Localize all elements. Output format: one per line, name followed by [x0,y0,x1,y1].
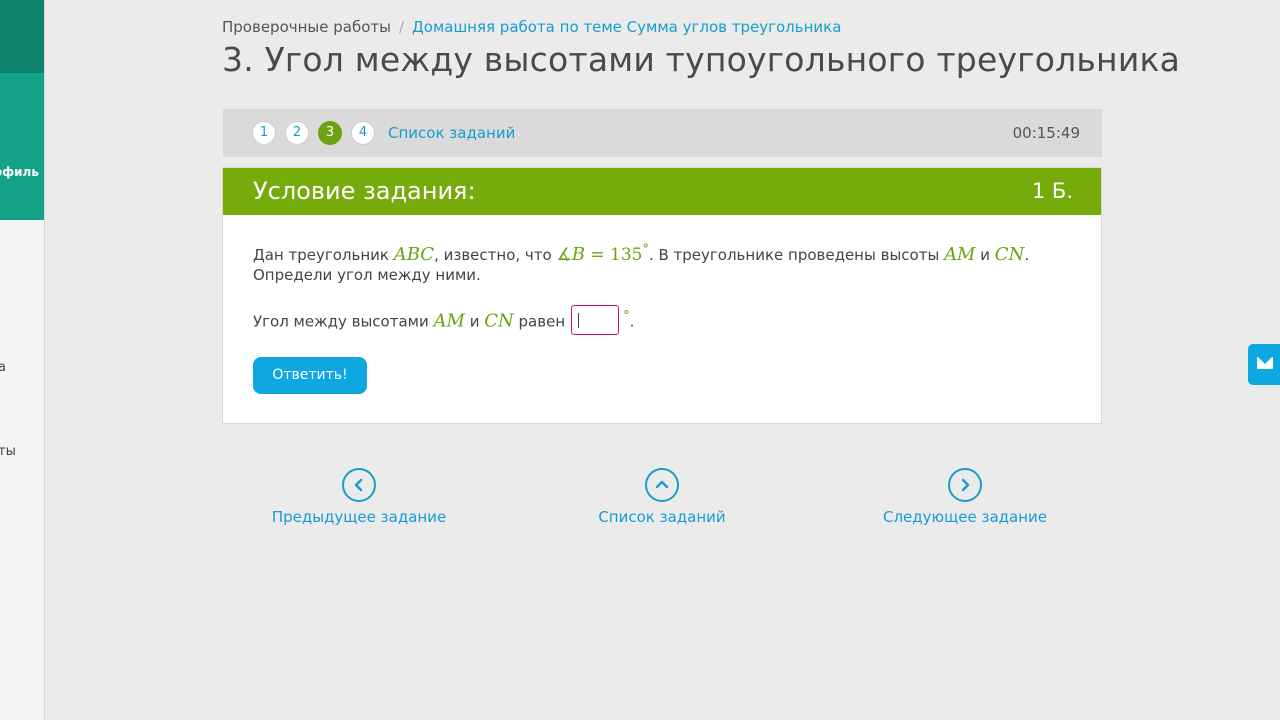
breadcrumb: Проверочные работы / Домашняя работа по те… [222,18,841,36]
card-header: Условие задания: 1 Б. [223,168,1101,215]
prev-task-nav[interactable]: Предыдущее задание [249,468,469,526]
breadcrumb-current-link[interactable]: Домашняя работа по теме Сумма углов треу… [412,18,841,36]
breadcrumb-root[interactable]: Проверочные работы [222,18,391,36]
math-angle-symbol: ∡ [556,245,572,265]
problem-text: и [975,246,995,264]
chevron-left-icon[interactable] [342,468,376,502]
math-angle-value: = 135 [584,245,643,265]
sidebar-item-profile[interactable]: офиль [0,73,44,220]
math-altitude-cn: CN [994,244,1025,265]
answer-input[interactable] [571,305,620,335]
sidebar-logo-area[interactable] [0,0,44,73]
task-number-4[interactable]: 4 [351,121,375,145]
submit-answer-button[interactable]: Ответить! [253,357,367,394]
task-condition-card: Условие задания: 1 Б. Дан треугольник AB… [222,167,1102,424]
math-triangle-abc: ABC [393,244,435,265]
task-number-1[interactable]: 1 [252,121,276,145]
answer-end: . [629,312,635,331]
envelope-icon [1257,357,1273,369]
text-caret [578,313,580,328]
card-points: 1 Б. [1031,179,1073,203]
answer-text: Угол между высотами [253,312,434,331]
feedback-tab[interactable] [1248,344,1280,385]
task-list-nav[interactable]: Список заданий [552,468,772,526]
sidebar-item-b[interactable]: ты [0,444,16,459]
task-nav-bar: 1 2 3 4 Список заданий 00:15:49 [223,109,1102,157]
task-list-link[interactable]: Список заданий [388,124,515,142]
answer-text: и [464,312,485,331]
timer: 00:15:49 [1012,124,1080,142]
card-title: Условие задания: [253,177,476,205]
math-altitude-am: AM [433,310,465,332]
problem-text: , известно, что [434,246,557,264]
chevron-up-icon[interactable] [645,468,679,502]
prev-task-label[interactable]: Предыдущее задание [249,508,469,526]
page-title: 3. Угол между высотами тупоугольного тре… [222,40,1181,79]
breadcrumb-separator: / [398,18,405,36]
next-task-label[interactable]: Следующее задание [855,508,1075,526]
sidebar-item-profile-label: офиль [0,165,39,179]
problem-text: . В треугольнике проведены высоты [648,246,945,264]
problem-statement: Дан треугольник ABC, известно, что ∡B = … [253,240,1083,285]
task-list-label[interactable]: Список заданий [552,508,772,526]
math-angle-b: B [571,244,585,265]
chevron-right-icon[interactable] [948,468,982,502]
answer-text: равен [513,312,566,331]
problem-text: Дан треугольник [253,246,394,264]
sidebar-item-a[interactable]: а [0,360,6,375]
answer-line: Угол между высотами AM и CN равен °. [253,305,635,337]
math-altitude-cn: CN [484,310,514,332]
sidebar: офиль а ты [0,0,45,720]
next-task-nav[interactable]: Следующее задание [855,468,1075,526]
task-number-2[interactable]: 2 [285,121,309,145]
task-number-3-active[interactable]: 3 [318,121,342,145]
math-altitude-am: AM [944,244,976,265]
